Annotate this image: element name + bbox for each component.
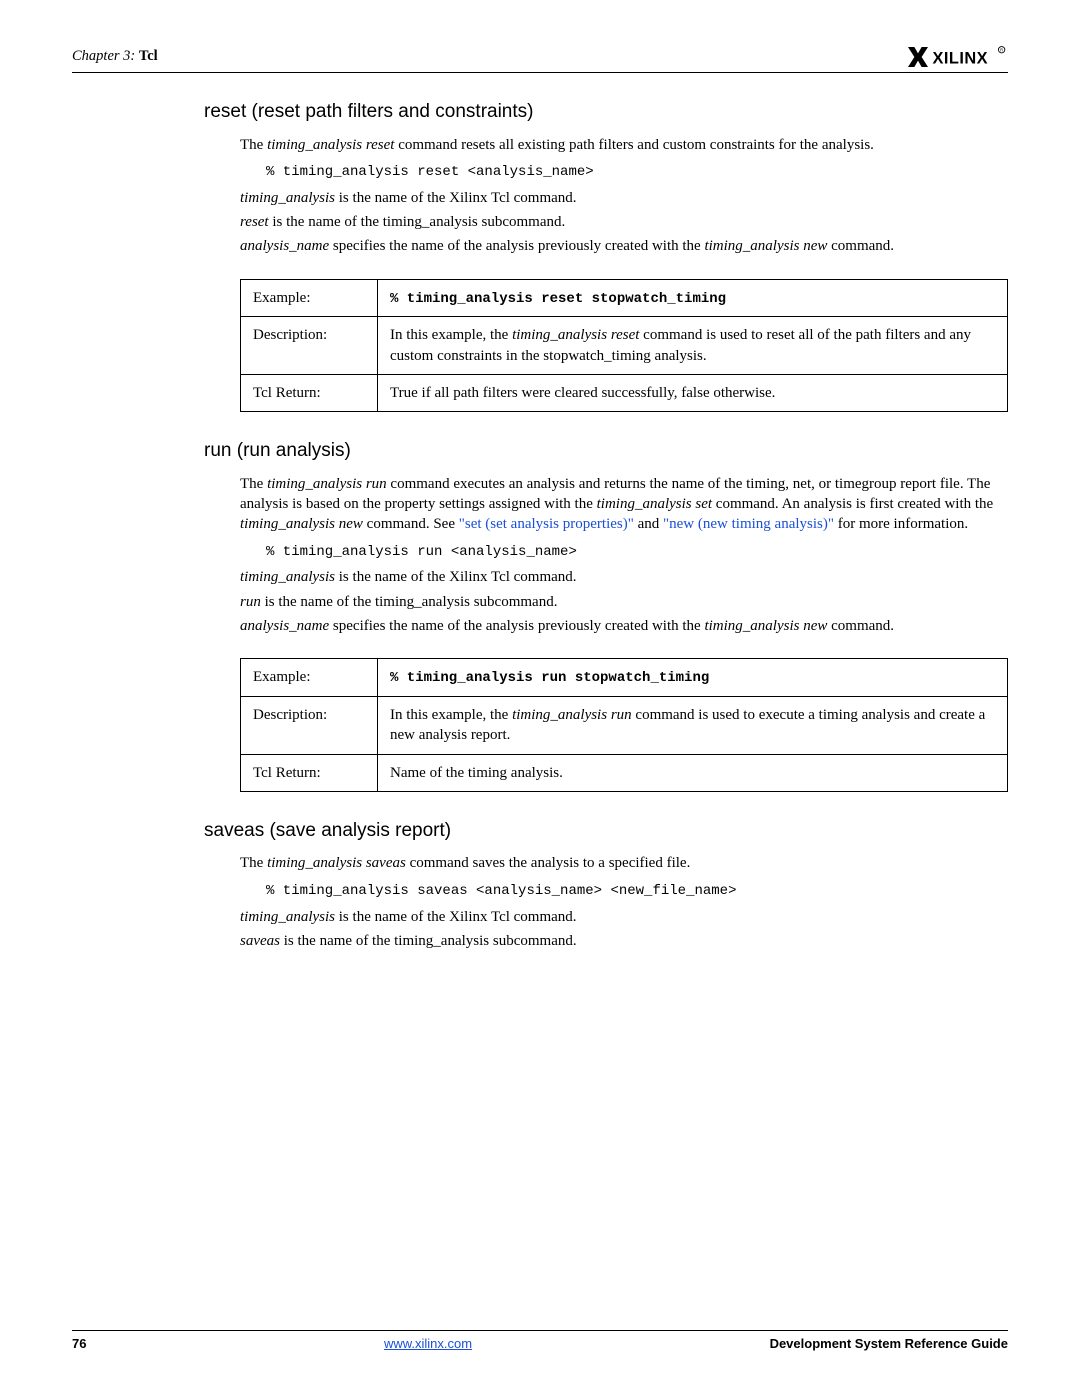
saveas-intro: The timing_analysis saveas command saves… <box>240 853 1008 873</box>
link-set[interactable]: "set (set analysis properties)" <box>459 516 634 532</box>
chapter-name: Tcl <box>139 48 158 64</box>
footer-rule <box>72 1330 1008 1331</box>
reset-code: % timing_analysis reset <analysis_name> <box>266 163 1008 182</box>
cell-label: Example: <box>241 279 378 317</box>
reset-intro: The timing_analysis reset command resets… <box>240 135 1008 155</box>
cell-value: True if all path filters were cleared su… <box>378 374 1008 411</box>
footer-url[interactable]: www.xilinx.com <box>384 1335 472 1353</box>
table-row: Description: In this example, the timing… <box>241 697 1008 755</box>
reset-table: Example: % timing_analysis reset stopwat… <box>240 279 1008 413</box>
cell-label: Example: <box>241 659 378 697</box>
table-row: Example: % timing_analysis reset stopwat… <box>241 279 1008 317</box>
cell-value: Name of the timing analysis. <box>378 754 1008 791</box>
svg-text:XILINX: XILINX <box>933 49 988 67</box>
cell-label: Description: <box>241 317 378 375</box>
run-p1: timing_analysis is the name of the Xilin… <box>240 567 1008 587</box>
link-new[interactable]: "new (new timing analysis)" <box>663 516 834 532</box>
chapter-prefix: Chapter 3: <box>72 48 135 64</box>
footer-doc-title: Development System Reference Guide <box>770 1335 1008 1353</box>
run-p2: run is the name of the timing_analysis s… <box>240 592 1008 612</box>
table-row: Description: In this example, the timing… <box>241 317 1008 375</box>
saveas-p1: timing_analysis is the name of the Xilin… <box>240 907 1008 927</box>
run-code: % timing_analysis run <analysis_name> <box>266 543 1008 562</box>
header-rule <box>72 72 1008 73</box>
saveas-code: % timing_analysis saveas <analysis_name>… <box>266 882 1008 901</box>
cell-label: Tcl Return: <box>241 754 378 791</box>
cell-label: Description: <box>241 697 378 755</box>
cell-value: % timing_analysis run stopwatch_timing <box>378 659 1008 697</box>
cell-value: In this example, the timing_analysis run… <box>378 697 1008 755</box>
cell-label: Tcl Return: <box>241 374 378 411</box>
chapter-label: Chapter 3: Tcl <box>72 47 158 67</box>
reset-p2: reset is the name of the timing_analysis… <box>240 212 1008 232</box>
reset-p3: analysis_name specifies the name of the … <box>240 236 1008 256</box>
run-intro: The timing_analysis run command executes… <box>240 474 1008 535</box>
table-row: Tcl Return: True if all path filters wer… <box>241 374 1008 411</box>
saveas-p2: saveas is the name of the timing_analysi… <box>240 931 1008 951</box>
svg-text:R: R <box>1000 48 1003 53</box>
xilinx-logo: XILINX R <box>908 44 1008 70</box>
section-heading-reset: reset (reset path filters and constraint… <box>204 99 1008 125</box>
cell-value: In this example, the timing_analysis res… <box>378 317 1008 375</box>
cell-value: % timing_analysis reset stopwatch_timing <box>378 279 1008 317</box>
section-heading-run: run (run analysis) <box>204 438 1008 464</box>
run-p3: analysis_name specifies the name of the … <box>240 616 1008 636</box>
run-table: Example: % timing_analysis run stopwatch… <box>240 658 1008 792</box>
footer-page-number: 76 <box>72 1335 86 1353</box>
reset-p1: timing_analysis is the name of the Xilin… <box>240 188 1008 208</box>
table-row: Tcl Return: Name of the timing analysis. <box>241 754 1008 791</box>
table-row: Example: % timing_analysis run stopwatch… <box>241 659 1008 697</box>
section-heading-saveas: saveas (save analysis report) <box>204 818 1008 844</box>
